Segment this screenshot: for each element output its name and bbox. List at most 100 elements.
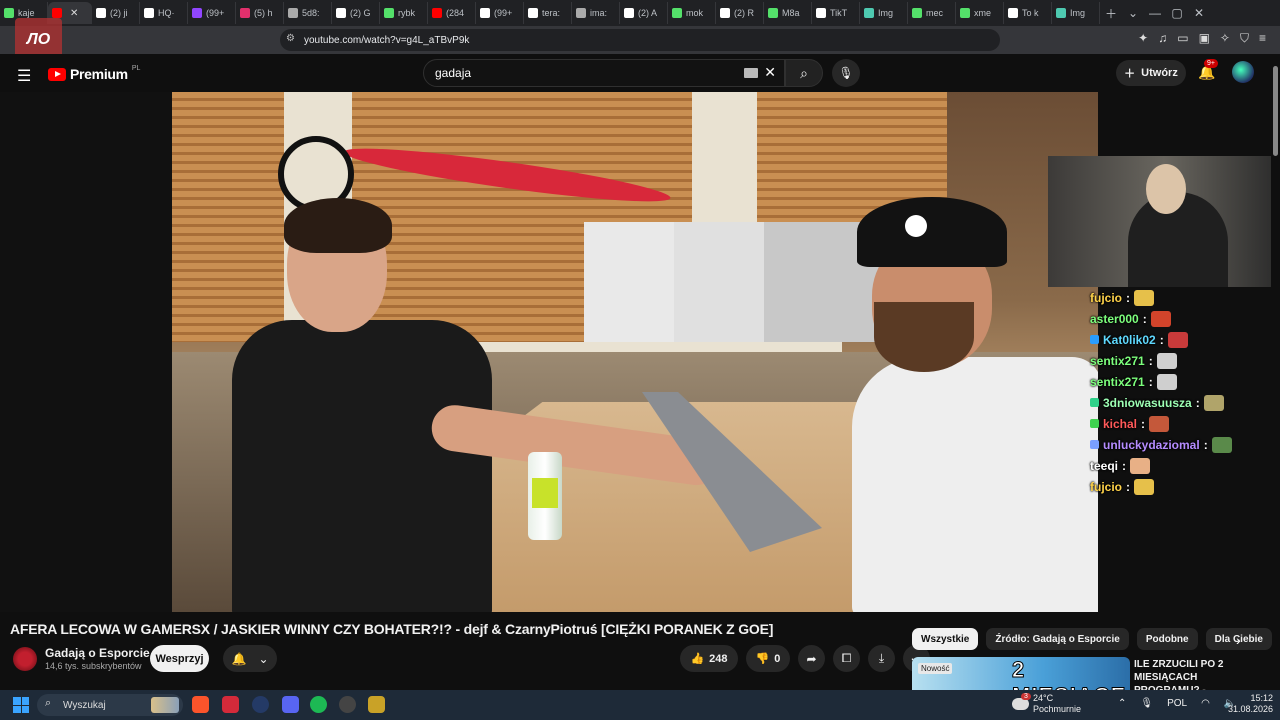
windows-start-icon[interactable]	[13, 697, 29, 713]
music-icon[interactable]: ♫	[1158, 31, 1167, 46]
hamburger-menu-icon[interactable]: ☰	[17, 66, 31, 86]
wifi-icon[interactable]: ◠	[1201, 698, 1210, 709]
tab-favicon-icon	[960, 8, 970, 18]
filter-chip[interactable]: Podobne	[1136, 628, 1198, 650]
youtube-premium-logo[interactable]: Premium PL	[48, 65, 140, 82]
brave-browser-icon[interactable]	[192, 696, 209, 713]
dislike-button[interactable]: 👎 0	[746, 645, 790, 672]
channel-name[interactable]: Gadają o Esporcie	[45, 646, 150, 660]
close-tab-icon[interactable]: ✕	[70, 8, 78, 19]
chat-emote-icon	[1150, 310, 1171, 327]
filter-chip[interactable]: Źródło: Gadają o Esporcie	[986, 628, 1129, 650]
like-button[interactable]: 👍 248	[680, 645, 738, 672]
minimize-icon[interactable]: —	[1144, 6, 1166, 20]
site-info-icon[interactable]: ⚙	[286, 33, 295, 44]
language-indicator[interactable]: POL	[1167, 698, 1187, 709]
browser-tab[interactable]: (284	[428, 2, 476, 24]
chat-username: sentix271	[1090, 353, 1145, 368]
subscribed-notifications-button[interactable]: 🔔 ⌄	[223, 645, 277, 672]
sidebar-icon[interactable]: ▭	[1177, 31, 1188, 46]
browser-tab[interactable]: tera:	[524, 2, 572, 24]
notifications-button[interactable]: 🔔 9+	[1198, 59, 1218, 81]
tab-search-icon[interactable]: ⌄	[1122, 6, 1144, 20]
close-window-icon[interactable]: ✕	[1188, 6, 1210, 20]
channel-avatar[interactable]	[13, 647, 37, 671]
url-field[interactable]: ⚙ youtube.com/watch?v=g4L_aTBvP9k	[280, 29, 1000, 51]
person-right-beard	[874, 302, 974, 372]
keyboard-icon[interactable]	[744, 68, 758, 78]
share-button[interactable]: ➦	[798, 645, 825, 672]
create-button[interactable]: ＋ Utwórz	[1116, 60, 1186, 86]
taskbar-clock[interactable]: 15:12 31.08.2026	[1228, 693, 1273, 715]
chat-badge-icon	[1090, 419, 1099, 428]
user-avatar[interactable]	[1232, 61, 1254, 83]
browser-tab[interactable]: Img	[860, 2, 908, 24]
maximize-icon[interactable]: ▢	[1166, 6, 1188, 20]
browser-tab[interactable]: (99+	[476, 2, 524, 24]
browser-tab[interactable]: (2) R	[716, 2, 764, 24]
microphone-icon[interactable]: 🎙	[1140, 698, 1153, 709]
menu-icon[interactable]: ≡	[1259, 31, 1266, 46]
browser-tab[interactable]: HQ·	[140, 2, 188, 24]
search-button[interactable]: ⌕	[785, 59, 823, 87]
browser-tab[interactable]: mec	[908, 2, 956, 24]
app-dark-icon[interactable]	[252, 696, 269, 713]
support-button[interactable]: Wesprzyj	[150, 645, 209, 672]
browser-tab[interactable]: (5) h	[236, 2, 284, 24]
browser-tab[interactable]: xme	[956, 2, 1004, 24]
app-gold-icon[interactable]	[368, 696, 385, 713]
browser-tab[interactable]: (2) ji	[92, 2, 140, 24]
save-button[interactable]: ⧠	[833, 645, 860, 672]
browser-tab[interactable]: 5d8:	[284, 2, 332, 24]
person-left-body	[232, 320, 492, 612]
page-scrollbar[interactable]	[1271, 56, 1280, 690]
tab-favicon-icon	[480, 8, 490, 18]
video-player[interactable]	[0, 92, 1098, 612]
browser-tab[interactable]: mok	[668, 2, 716, 24]
tab-label: (284	[446, 8, 465, 18]
recommended-thumbnail[interactable]: Nowość 2 MIESIĄCE	[912, 657, 1130, 690]
spotify-icon[interactable]	[310, 696, 327, 713]
search-input[interactable]: gadaja ✕	[423, 59, 785, 87]
tab-label: mec	[926, 8, 944, 18]
chat-emote-icon	[1167, 331, 1188, 348]
tab-favicon-icon	[240, 8, 250, 18]
chat-emote-icon	[1134, 478, 1154, 495]
browser-tab[interactable]: (2) G	[332, 2, 380, 24]
app-red-icon[interactable]	[222, 696, 239, 713]
chat-separator: :	[1141, 416, 1146, 431]
tab-favicon-icon	[288, 8, 298, 18]
taskbar-search[interactable]: ⌕ Wyszukaj	[37, 694, 183, 716]
chat-separator: :	[1203, 437, 1208, 452]
voice-search-button[interactable]: 🎙	[832, 59, 860, 87]
scrollbar-thumb[interactable]	[1273, 66, 1278, 156]
chevron-right-icon[interactable]: ›	[1236, 632, 1241, 648]
browser-tab[interactable]: TikT	[812, 2, 860, 24]
extensions-icon[interactable]: ✦	[1138, 31, 1148, 46]
system-tray: ⌃ 🎙 POL ◠ 🔈	[1118, 698, 1236, 709]
person-right-body	[852, 357, 1098, 612]
chevron-up-icon[interactable]: ⌃	[1118, 698, 1126, 709]
browser-tab[interactable]: rybk	[380, 2, 428, 24]
wallet-icon[interactable]: ▣	[1199, 31, 1210, 46]
discord-icon[interactable]	[282, 696, 299, 713]
browser-tab[interactable]: Img	[1052, 2, 1100, 24]
filter-chip[interactable]: Wszystkie	[912, 628, 979, 650]
weather-widget[interactable]: 3 24°C Pochmurnie	[1012, 693, 1081, 715]
tab-label: To k	[1022, 8, 1039, 18]
vpn-icon[interactable]: ⛉	[1240, 31, 1249, 46]
tab-label: Img	[878, 8, 894, 18]
clear-search-icon[interactable]: ✕	[764, 64, 776, 81]
obs-icon[interactable]	[339, 696, 356, 713]
browser-address-bar: ‹ ⧠ ⚙ youtube.com/watch?v=g4L_aTBvP9k ✦ …	[0, 26, 1280, 73]
person-left	[232, 198, 723, 612]
browser-tab[interactable]: To k	[1004, 2, 1052, 24]
browser-tab[interactable]: M8a	[764, 2, 812, 24]
tab-label: (2) R	[734, 8, 754, 18]
ai-icon[interactable]: ✧	[1220, 31, 1230, 46]
download-button[interactable]: ⤓	[868, 645, 895, 672]
new-tab-icon[interactable]: ＋	[1100, 5, 1122, 22]
browser-tab[interactable]: (2) A	[620, 2, 668, 24]
browser-tab[interactable]: ima:	[572, 2, 620, 24]
browser-tab[interactable]: (99+	[188, 2, 236, 24]
